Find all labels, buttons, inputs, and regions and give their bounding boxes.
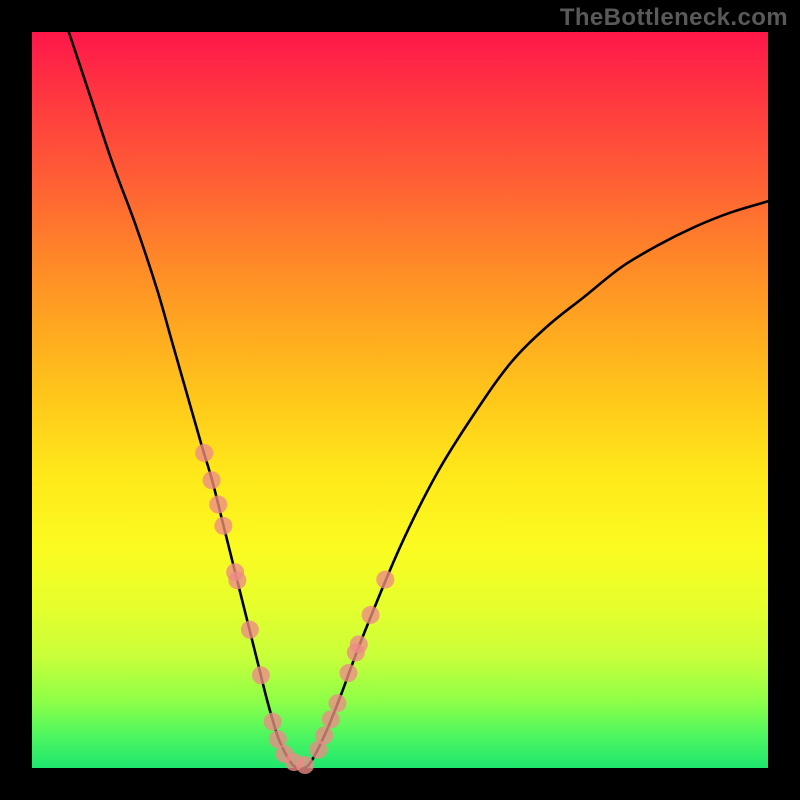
watermark-text: TheBottleneck.com [560, 4, 788, 32]
chart-stage: TheBottleneck.com [0, 0, 800, 800]
plot-area [32, 32, 768, 768]
